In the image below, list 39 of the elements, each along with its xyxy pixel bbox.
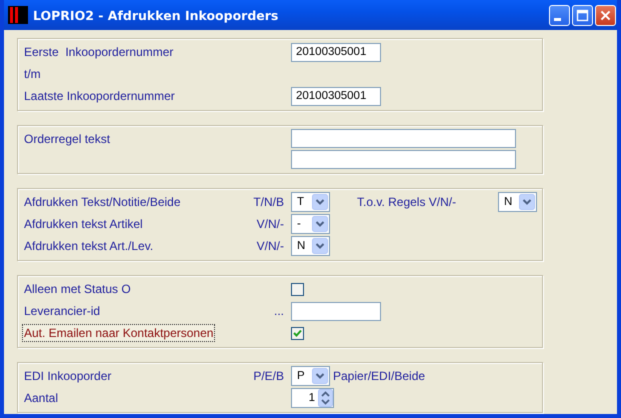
field-label: Alleen met Status O [23,281,132,298]
maximize-button[interactable] [572,4,593,26]
field-label: T.o.v. Regels V/N/- [357,195,458,209]
hint-text: V/N/- [256,217,284,231]
field-label: Orderregel tekst [23,130,112,148]
input-field[interactable] [291,129,516,148]
input-field[interactable]: 20100305001 [291,86,381,106]
checkbox[interactable] [291,326,304,340]
hint-text: ... [274,304,284,318]
field-label: EDI Inkooporder [23,368,112,385]
dropdown[interactable]: N [291,236,330,256]
dropdown[interactable]: T [291,192,330,212]
field-label: t/m [23,66,42,83]
option-legend: Papier/EDI/Beide [333,369,426,383]
dropdown[interactable]: N [498,192,537,212]
input-field[interactable]: 20100305001 [291,42,381,62]
field-label: Afdrukken tekst Art./Lev. [23,238,154,255]
checkbox[interactable] [291,282,304,296]
close-button[interactable] [595,4,616,26]
input-field[interactable] [291,150,516,169]
hint-text: T/N/B [253,195,284,209]
field-label: Afdrukken tekst Artikel [23,216,144,233]
field-label: Laatste Inkoopordernummer [23,88,176,105]
app-icon [8,6,28,24]
spin-arrows-icon [318,389,333,407]
input-field[interactable] [291,302,381,320]
minimize-icon [554,18,560,21]
window-title: LOPRIO2 - Afdrukken Inkooporders [33,8,280,22]
field-label: Leverancier-id [23,303,102,320]
field-label: Eerste Inkoopordernummer [23,44,174,61]
field-label: Aantal [23,390,60,407]
number-spinner[interactable]: 1 [291,388,334,408]
minimize-button[interactable] [549,4,570,26]
hint-text: P/E/B [253,369,284,383]
field-label: Aut. Emailen naar Kontaktpersonen [22,324,216,342]
field-label: Afdrukken Tekst/Notitie/Beide [23,194,182,211]
hint-text: V/N/- [256,239,284,253]
dropdown[interactable]: P [291,366,330,386]
dropdown[interactable]: - [291,214,330,234]
